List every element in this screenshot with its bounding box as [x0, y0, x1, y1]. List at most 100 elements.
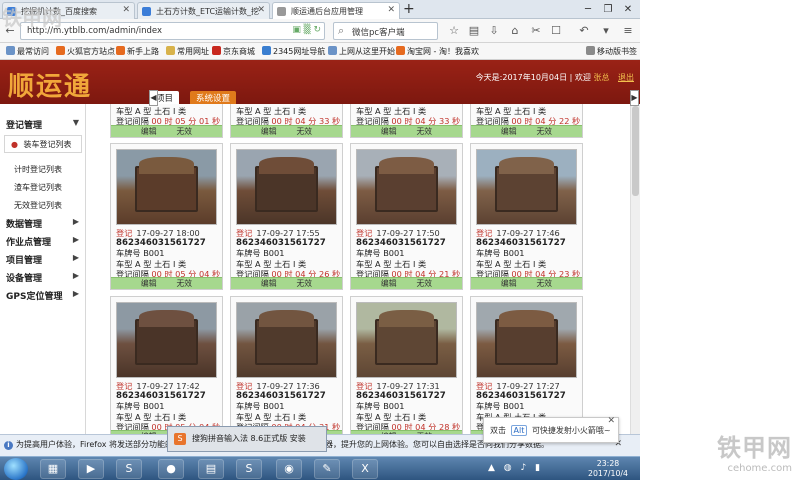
sidebar-item-timing-list[interactable]: 计时登记列表: [14, 164, 62, 175]
truck-photo[interactable]: [476, 149, 577, 225]
bookmark-item[interactable]: 淘宝网 - 淘！我喜欢: [396, 46, 479, 57]
firefox-icon[interactable]: ●: [158, 459, 184, 479]
menu-scroll-left-icon[interactable]: ◀: [149, 90, 158, 106]
scrollbar-thumb[interactable]: [632, 106, 639, 196]
tab-shunyuntong-admin[interactable]: 顺运通后台应用管理 ✕: [272, 2, 400, 19]
bookmark-item[interactable]: 上网从这里开始: [328, 46, 395, 57]
start-button[interactable]: [4, 458, 28, 480]
bookmark-item[interactable]: 火狐官方站点: [56, 46, 115, 57]
game-icon[interactable]: ▤: [198, 459, 224, 479]
undo-icon[interactable]: ↶: [576, 23, 592, 39]
bookmark-item[interactable]: 新手上路: [116, 46, 159, 57]
edit-link[interactable]: 编辑: [381, 279, 397, 288]
invalid-link[interactable]: 无效: [537, 127, 553, 136]
menu-tab-settings[interactable]: 系统设置: [190, 91, 237, 104]
edit-link[interactable]: 编辑: [261, 279, 277, 288]
soil-load: [258, 157, 315, 174]
sogou-input-icon[interactable]: S: [236, 459, 262, 479]
sidebar-section-project[interactable]: 项目管理: [6, 253, 42, 266]
bookmark-item[interactable]: 最常访问: [6, 46, 49, 57]
close-tab-icon[interactable]: ✕: [387, 5, 395, 15]
type-value: A 型 土石 I 类: [255, 411, 307, 422]
sidebar-item-slag-list[interactable]: 渣车登记列表: [14, 182, 62, 193]
content-scrollbar[interactable]: [630, 104, 640, 434]
device-code: 862346031561727: [236, 238, 326, 249]
sidebar-section-gps[interactable]: GPS定位管理: [6, 289, 62, 302]
home-icon[interactable]: ⌂: [507, 23, 523, 39]
close-tab-icon[interactable]: ✕: [122, 5, 130, 15]
sidebar-item-loading-list[interactable]: ● 装车登记列表: [4, 135, 82, 153]
truck-photo[interactable]: [236, 149, 337, 225]
edit-link[interactable]: 编辑: [141, 279, 157, 288]
menu-scroll-right-icon[interactable]: ▶: [630, 90, 639, 106]
close-tab-icon[interactable]: ✕: [257, 5, 265, 15]
explorer-icon[interactable]: ▦: [40, 459, 66, 479]
sidebar-section-workpoint[interactable]: 作业点管理: [6, 235, 51, 248]
page-actions-icon[interactable]: ▣ ▒ ↻: [292, 25, 321, 35]
bookmark-item[interactable]: 京东商城: [212, 46, 255, 57]
bookmark-mobile[interactable]: 移动版书签: [586, 46, 637, 57]
truck-photo[interactable]: [476, 302, 577, 378]
edit-link[interactable]: 编辑: [501, 127, 517, 136]
invalid-link[interactable]: 无效: [297, 279, 313, 288]
tray-icons[interactable]: ▲ ◍ ♪ ▮: [488, 463, 543, 473]
reader-icon[interactable]: ▤: [466, 23, 482, 39]
truck-photo[interactable]: [236, 302, 337, 378]
dropdown-icon[interactable]: ▾: [598, 23, 614, 39]
logout-link[interactable]: 退出: [618, 73, 634, 82]
tab-etc-count[interactable]: 土石方计数_ETC运输计数_挖 ✕: [137, 2, 270, 19]
sidebar-section-registration[interactable]: 登记管理: [6, 118, 42, 131]
invalid-link[interactable]: 无效: [177, 127, 193, 136]
sidebar-item-invalid-list[interactable]: 无效登记列表: [14, 200, 62, 211]
download-icon[interactable]: ⇩: [486, 23, 502, 39]
bookmark-item[interactable]: 2345网址导航: [262, 46, 325, 57]
type-value: A 型 土石 I 类: [375, 411, 427, 422]
star-icon[interactable]: ☆: [446, 23, 462, 39]
invalid-link[interactable]: 无效: [297, 127, 313, 136]
close-window-button[interactable]: ✕: [618, 0, 638, 19]
screenshot-icon[interactable]: ✂: [528, 23, 544, 39]
edit-link[interactable]: 编辑: [261, 127, 277, 136]
invalid-link[interactable]: 无效: [417, 279, 433, 288]
minimize-button[interactable]: ─: [578, 0, 598, 19]
chat-icon[interactable]: ☐: [548, 23, 564, 39]
back-button[interactable]: ←: [2, 23, 18, 39]
wechat-icon[interactable]: ◉: [276, 459, 302, 479]
edit-link[interactable]: 编辑: [141, 127, 157, 136]
menu-icon[interactable]: ≡: [620, 23, 636, 39]
invalid-link[interactable]: 无效: [537, 279, 553, 288]
card-actions: 编辑 无效: [351, 277, 462, 289]
welcome-text: 欢迎: [574, 73, 591, 82]
url-bar[interactable]: http://m.ytblb.com/admin/index ▣ ▒ ↻: [20, 22, 325, 40]
search-input[interactable]: ⌕ 微信pc客户端: [333, 22, 438, 40]
truck-photo[interactable]: [116, 149, 217, 225]
date-text: 今天是:2017年10月04日: [475, 73, 568, 82]
truck-photo[interactable]: [116, 302, 217, 378]
system-tray: ▲ ◍ ♪ ▮ 23:28 2017/10/4: [486, 459, 636, 479]
search-text: 微信pc客户端: [352, 28, 405, 38]
truck-photo[interactable]: [356, 302, 457, 378]
bookmark-item[interactable]: 常用网址: [166, 46, 209, 57]
plate-label: 车牌号: [356, 248, 381, 259]
invalid-link[interactable]: 无效: [177, 279, 193, 288]
clock[interactable]: 23:28 2017/10/4: [588, 459, 628, 478]
vehicle-type-text: 车型 A 型 土石 I 类: [236, 106, 307, 116]
timestamp: 17-09-27 17:42: [136, 381, 200, 391]
truck-photo[interactable]: [356, 149, 457, 225]
edit-link[interactable]: 编辑: [381, 127, 397, 136]
edit-link[interactable]: 编辑: [501, 279, 517, 288]
plate-value: B001: [383, 248, 405, 259]
sidebar-section-data[interactable]: 数据管理: [6, 217, 42, 230]
sidebar-section-device[interactable]: 设备管理: [6, 271, 42, 284]
maximize-button[interactable]: ❐: [598, 0, 618, 19]
tab-baidu-search[interactable]: 挖掘机计数_百度搜索 ✕: [2, 2, 135, 19]
new-tab-button[interactable]: +: [403, 1, 415, 17]
sogou-browser-icon[interactable]: S: [116, 459, 142, 479]
invalid-link[interactable]: 无效: [417, 127, 433, 136]
sogou-install-toast[interactable]: S 搜狗拼音输入法 8.6正式版 安装: [167, 426, 327, 452]
excel-icon[interactable]: X: [352, 459, 378, 479]
timestamp: 17-09-27 17:46: [496, 228, 560, 238]
tools-icon[interactable]: ✎: [314, 459, 340, 479]
close-popup-icon[interactable]: ✕: [607, 416, 615, 426]
media-icon[interactable]: ▶: [78, 459, 104, 479]
